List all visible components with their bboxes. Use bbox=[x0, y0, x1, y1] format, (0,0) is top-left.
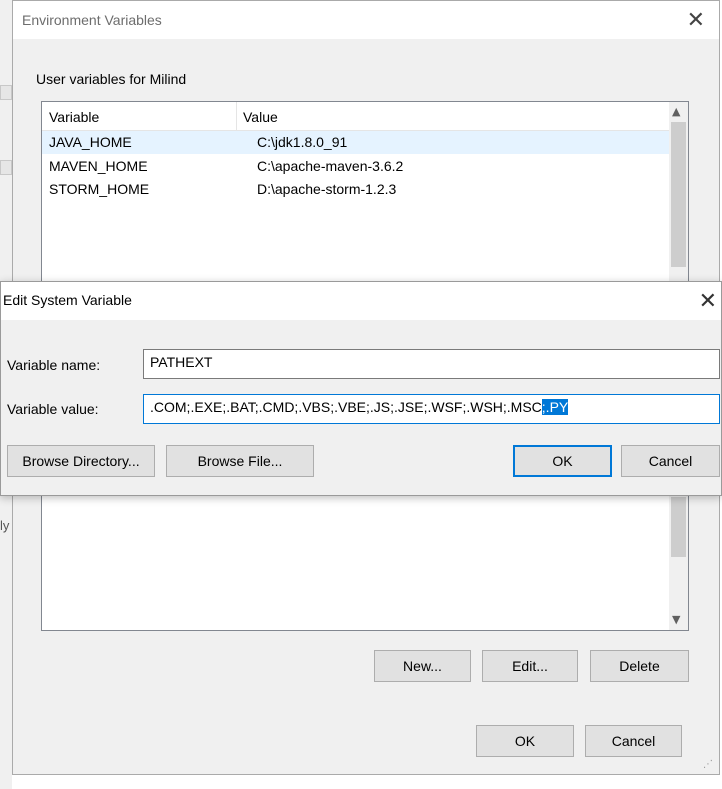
browse-file-button[interactable]: Browse File... bbox=[166, 445, 314, 477]
ok-button[interactable]: OK bbox=[476, 725, 574, 757]
background-fragment bbox=[0, 85, 12, 100]
ok-button[interactable]: OK bbox=[513, 445, 612, 477]
edit-titlebar: Edit System Variable ✕ bbox=[1, 282, 721, 320]
edit-button[interactable]: Edit... bbox=[482, 650, 578, 682]
background-fragment bbox=[0, 160, 12, 175]
chevron-up-icon[interactable]: ▲ bbox=[672, 105, 680, 118]
variable-value-cell: C:\jdk1.8.0_91 bbox=[257, 134, 348, 150]
column-header-variable[interactable]: Variable bbox=[49, 109, 99, 125]
variable-name-cell: MAVEN_HOME bbox=[49, 158, 148, 174]
variable-value-text: .COM;.EXE;.BAT;.CMD;.VBS;.VBE;.JS;.JSE;.… bbox=[150, 399, 542, 415]
scrollbar-thumb[interactable] bbox=[671, 497, 686, 557]
list-item[interactable]: MAVEN_HOME C:\apache-maven-3.6.2 bbox=[42, 155, 669, 178]
resize-grip-icon[interactable]: ⋰ bbox=[703, 759, 713, 770]
variable-value-label: Variable value: bbox=[7, 401, 99, 417]
close-icon[interactable]: ✕ bbox=[687, 8, 705, 33]
edit-system-variable-dialog: Edit System Variable ✕ Variable name: PA… bbox=[0, 281, 722, 496]
list-item[interactable]: JAVA_HOME C:\jdk1.8.0_91 bbox=[42, 131, 669, 154]
delete-button[interactable]: Delete bbox=[590, 650, 689, 682]
cancel-button[interactable]: Cancel bbox=[621, 445, 720, 477]
chevron-down-icon[interactable]: ▼ bbox=[672, 613, 680, 626]
variable-name-field[interactable]: PATHEXT bbox=[143, 349, 720, 379]
list-header: Variable Value bbox=[42, 102, 669, 131]
variable-name-cell: JAVA_HOME bbox=[49, 134, 132, 150]
user-variables-label: User variables for Milind bbox=[36, 71, 187, 87]
column-header-value[interactable]: Value bbox=[243, 109, 278, 125]
variable-name-value: PATHEXT bbox=[150, 354, 213, 370]
cancel-button[interactable]: Cancel bbox=[585, 725, 682, 757]
edit-dialog-title: Edit System Variable bbox=[3, 292, 132, 308]
new-button[interactable]: New... bbox=[374, 650, 471, 682]
list-item[interactable]: STORM_HOME D:\apache-storm-1.2.3 bbox=[42, 178, 669, 201]
column-divider[interactable] bbox=[236, 102, 237, 130]
env-window-title: Environment Variables bbox=[22, 12, 162, 28]
system-variables-list[interactable] bbox=[48, 506, 658, 626]
variable-name-cell: STORM_HOME bbox=[49, 181, 150, 197]
env-titlebar: Environment Variables ✕ bbox=[13, 1, 719, 39]
close-icon[interactable]: ✕ bbox=[699, 289, 717, 314]
variable-value-field[interactable]: .COM;.EXE;.BAT;.CMD;.VBS;.VBE;.JS;.JSE;.… bbox=[143, 394, 720, 424]
background-fragment-text: ly bbox=[0, 518, 10, 533]
variable-value-cell: D:\apache-storm-1.2.3 bbox=[257, 181, 397, 197]
variable-value-cell: C:\apache-maven-3.6.2 bbox=[257, 158, 404, 174]
selected-text: ;.PY bbox=[541, 399, 569, 415]
scrollbar-thumb[interactable] bbox=[671, 122, 686, 267]
variable-name-label: Variable name: bbox=[7, 357, 101, 373]
browse-directory-button[interactable]: Browse Directory... bbox=[7, 445, 155, 477]
